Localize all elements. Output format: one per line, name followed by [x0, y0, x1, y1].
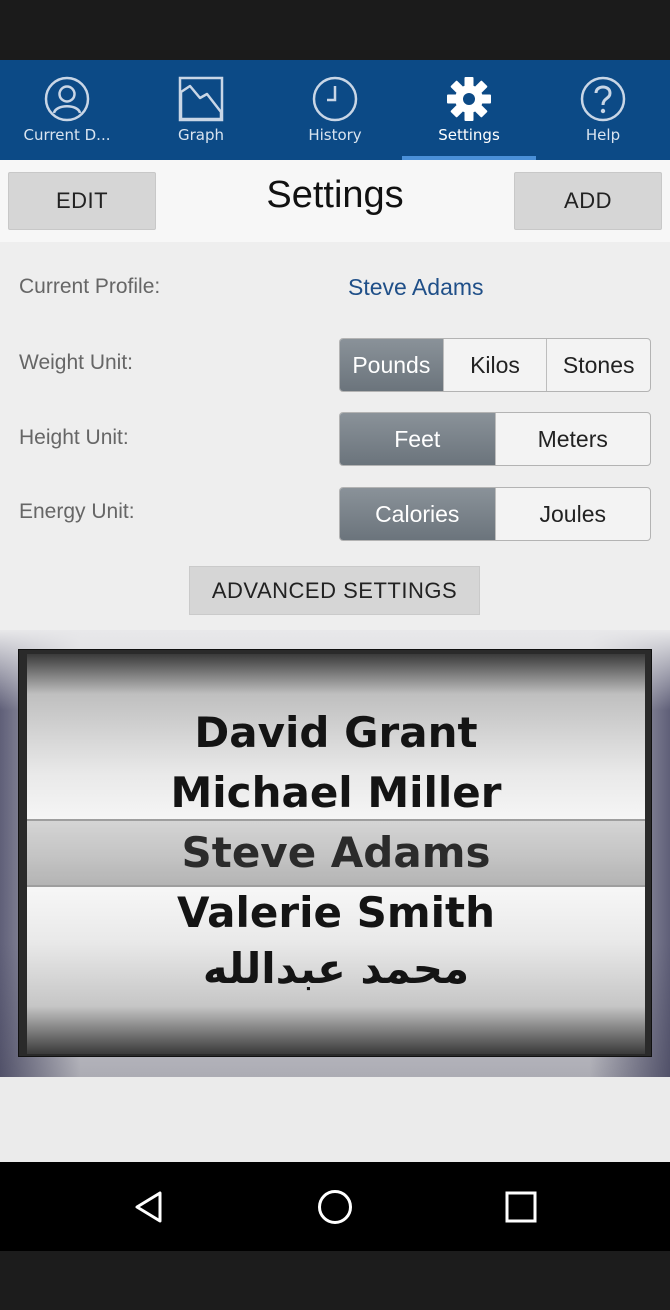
weight-option-pounds[interactable]: Pounds [340, 339, 444, 391]
tab-label: Graph [177, 126, 224, 144]
tab-label: Help [585, 126, 621, 144]
status-bar [0, 0, 670, 60]
page-title: Settings [266, 174, 404, 216]
picker-item[interactable]: محمد عبدالله [27, 944, 645, 993]
current-profile-label: Current Profile: [19, 275, 161, 298]
tab-help[interactable]: Help [536, 60, 670, 160]
picker-item[interactable]: Michael Miller [27, 768, 645, 817]
picker-wheel[interactable]: David Grant Michael Miller Steve Adams V… [27, 654, 645, 1054]
weight-option-kilos[interactable]: Kilos [444, 339, 548, 391]
tab-history[interactable]: History [268, 60, 402, 160]
height-unit-selector: Feet Meters [339, 412, 651, 466]
help-icon [580, 76, 626, 122]
gear-icon [447, 77, 491, 121]
clock-icon [312, 76, 358, 122]
energy-unit-selector: Calories Joules [339, 487, 651, 541]
empty-area [0, 1077, 670, 1162]
energy-option-calories[interactable]: Calories [340, 488, 496, 540]
tab-bar: Current D... Graph History Settings Help [0, 60, 670, 160]
profile-picker-area: David Grant Michael Miller Steve Adams V… [0, 630, 670, 1077]
height-option-feet[interactable]: Feet [340, 413, 496, 465]
add-button[interactable]: ADD [514, 172, 662, 230]
weight-option-stones[interactable]: Stones [547, 339, 650, 391]
picker-item-selected[interactable]: Steve Adams [27, 828, 645, 877]
edit-button[interactable]: EDIT [8, 172, 156, 230]
recents-button[interactable] [496, 1182, 546, 1232]
back-icon [135, 1191, 162, 1223]
picker-item[interactable]: Valerie Smith [27, 888, 645, 937]
settings-panel: Current Profile: Steve Adams Weight Unit… [0, 242, 670, 630]
height-option-meters[interactable]: Meters [496, 413, 651, 465]
tab-label: History [308, 126, 362, 144]
tab-current-data[interactable]: Current D... [0, 60, 134, 160]
energy-unit-label: Energy Unit: [19, 500, 135, 523]
graph-icon [178, 76, 224, 122]
tab-graph[interactable]: Graph [134, 60, 268, 160]
current-profile-value[interactable]: Steve Adams [348, 274, 484, 301]
back-button[interactable] [124, 1182, 174, 1232]
profile-icon [44, 76, 90, 122]
tab-settings[interactable]: Settings [402, 60, 536, 160]
app-screen: Current D... Graph History Settings Help… [0, 0, 670, 1310]
tab-label: Current D... [23, 126, 111, 144]
system-nav-bar [0, 1162, 670, 1251]
bottom-strip [0, 1251, 670, 1310]
recents-icon [505, 1191, 537, 1223]
picker-item[interactable]: David Grant [27, 708, 645, 757]
home-button[interactable] [310, 1182, 360, 1232]
home-icon [318, 1190, 352, 1224]
profile-picker[interactable]: David Grant Michael Miller Steve Adams V… [18, 649, 652, 1057]
weight-unit-selector: Pounds Kilos Stones [339, 338, 651, 392]
energy-option-joules[interactable]: Joules [496, 488, 651, 540]
advanced-settings-button[interactable]: ADVANCED SETTINGS [189, 566, 480, 615]
tab-label: Settings [438, 126, 500, 144]
height-unit-label: Height Unit: [19, 426, 129, 449]
settings-header: EDIT Settings ADD [0, 160, 670, 242]
weight-unit-label: Weight Unit: [19, 351, 133, 374]
